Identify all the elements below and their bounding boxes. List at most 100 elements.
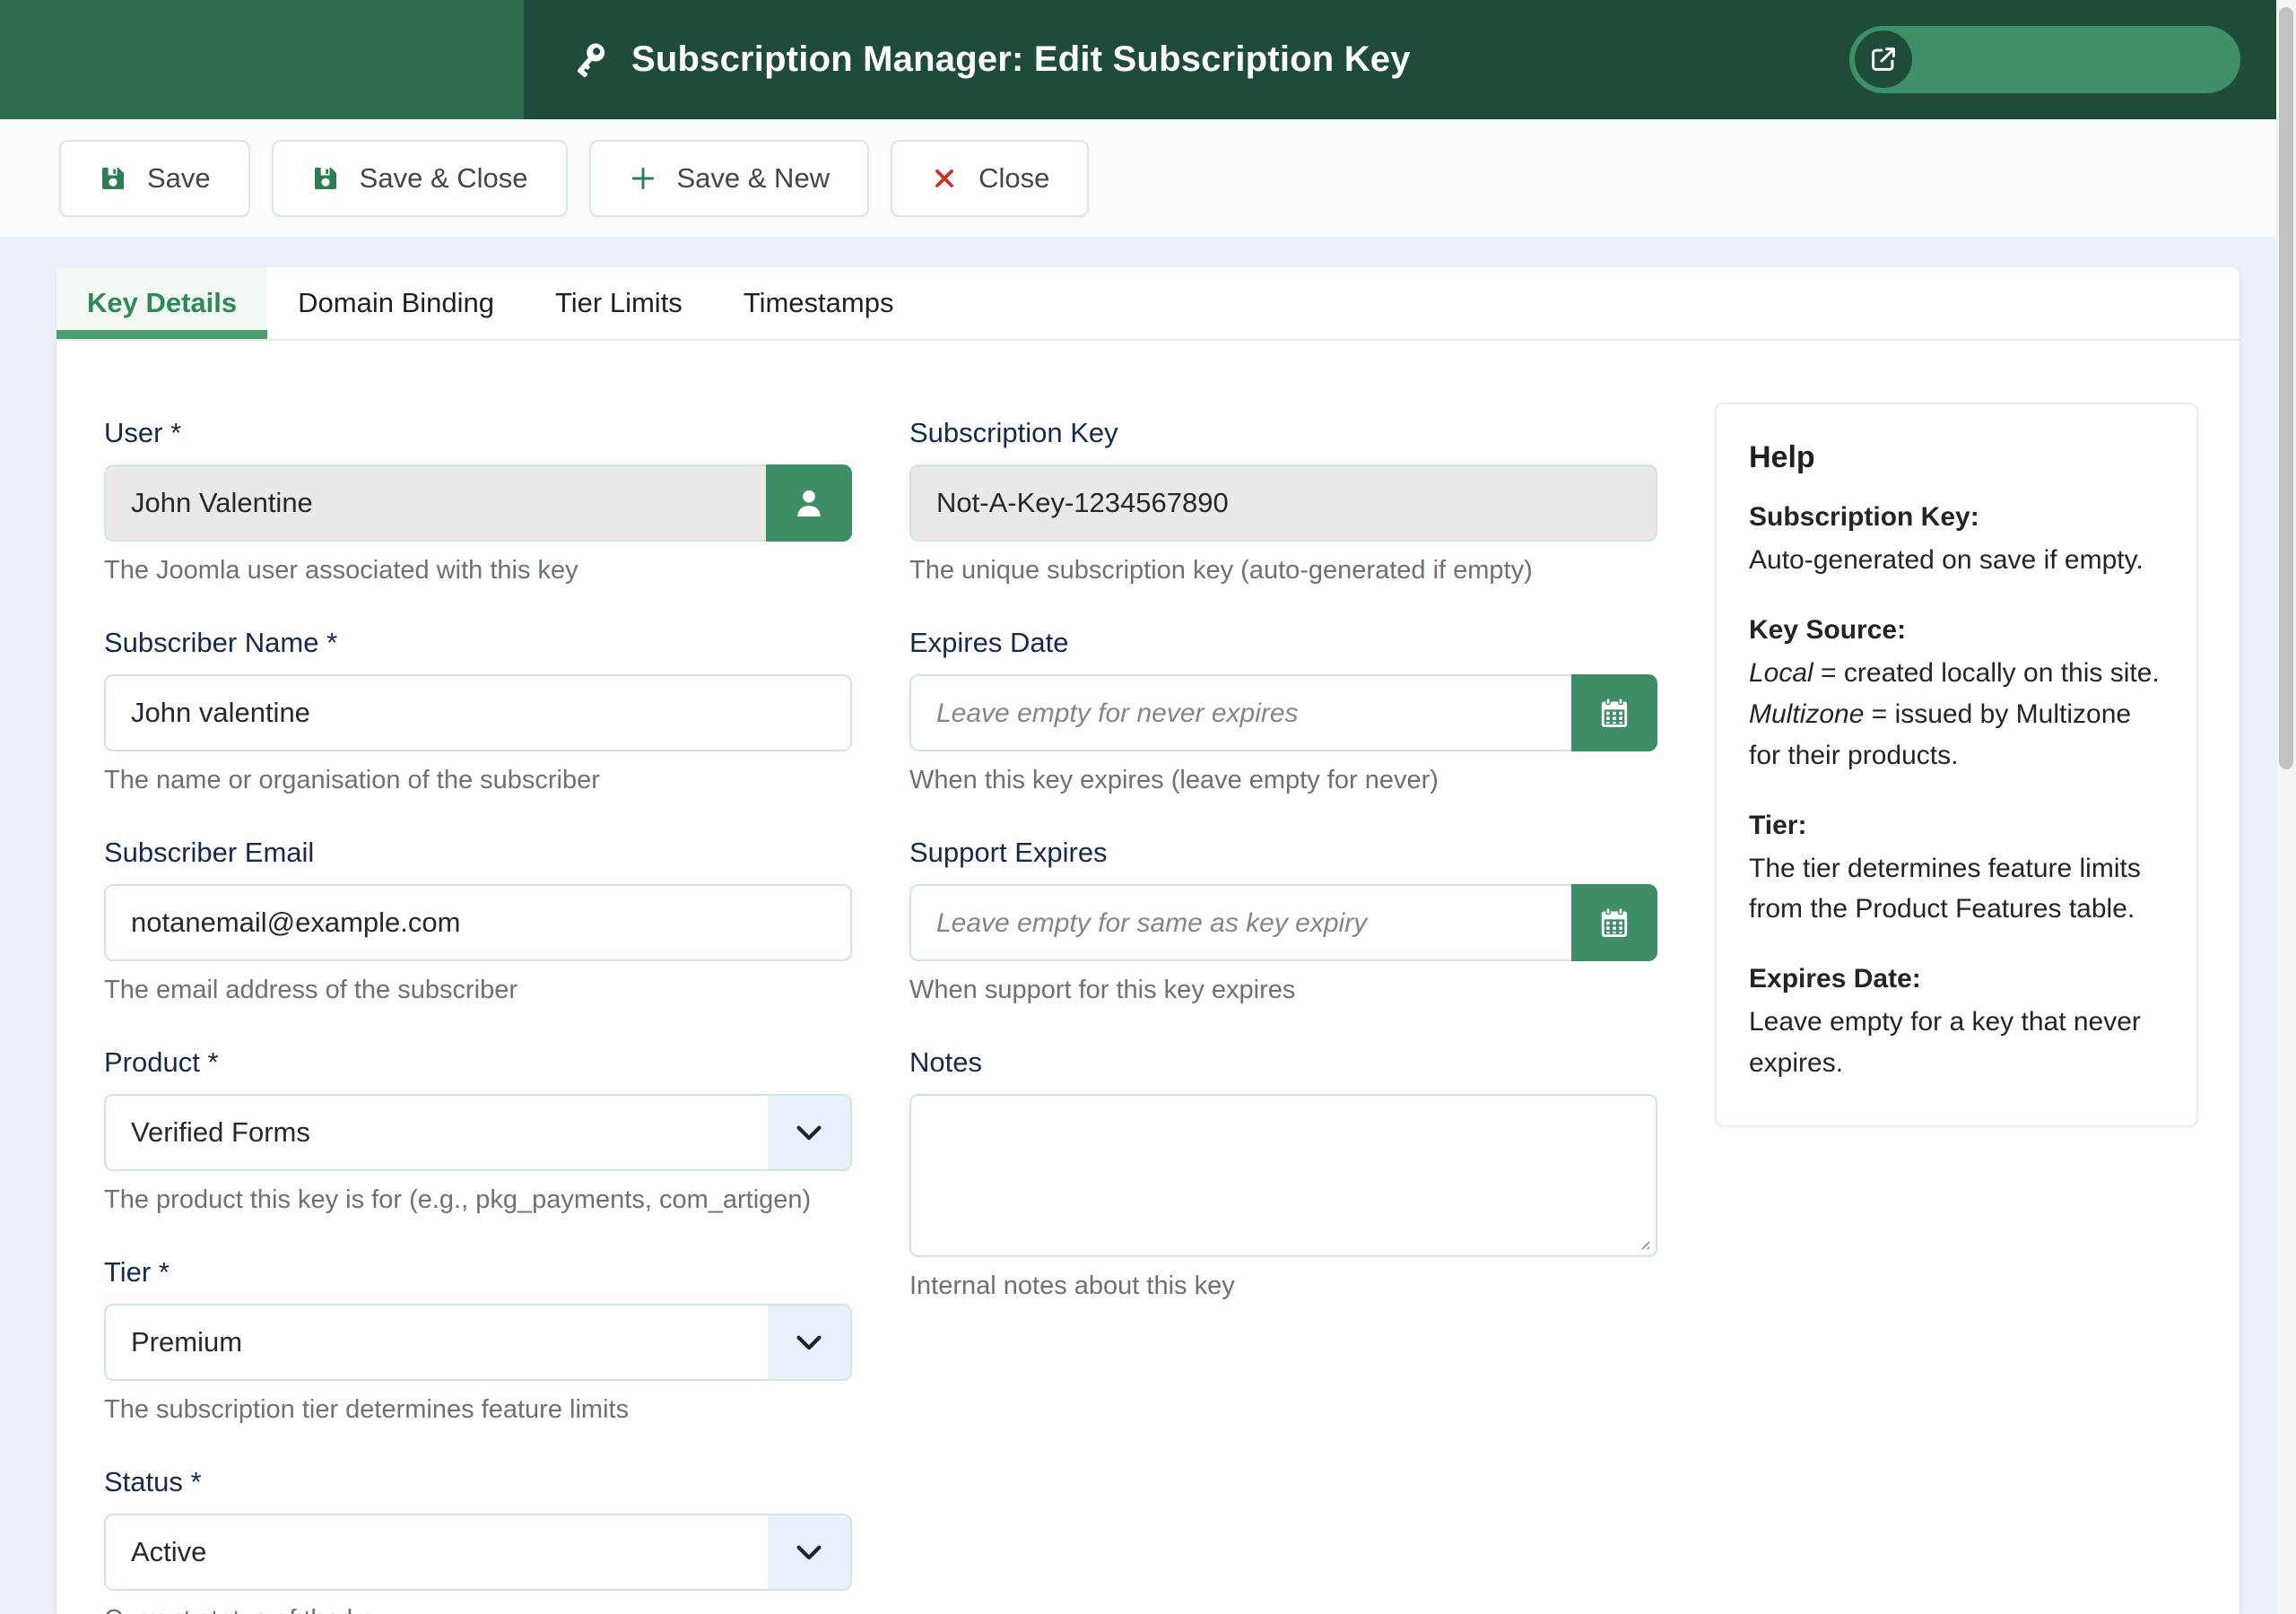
help-body: Multizone = issued by Multizone for thei… xyxy=(1749,694,2164,777)
field-support-expires: Support Expires xyxy=(909,837,1657,1005)
user-label: User * xyxy=(104,417,852,449)
tab-bar: Key Details Domain Binding Tier Limits T… xyxy=(57,267,2239,341)
expires-date-helper-text: When this key expires (leave empty for n… xyxy=(909,766,1657,795)
edit-form-card: Key Details Domain Binding Tier Limits T… xyxy=(57,267,2239,1614)
help-heading: Subscription Key: xyxy=(1749,502,2164,533)
save-new-button-label: Save & New xyxy=(677,162,831,195)
support-expires-helper-text: When support for this key expires xyxy=(909,976,1657,1005)
save-button-label: Save xyxy=(147,162,211,195)
person-icon xyxy=(791,485,827,521)
field-notes: Notes Internal notes about this key xyxy=(909,1046,1657,1301)
subscription-key-helper-text: The unique subscription key (auto-genera… xyxy=(909,556,1657,586)
help-body: Local = created locally on this site. xyxy=(1749,653,2164,694)
subscriber-name-input[interactable] xyxy=(104,674,852,751)
subscriber-name-helper-text: The name or organisation of the subscrib… xyxy=(104,766,852,795)
expires-date-label: Expires Date xyxy=(909,627,1657,659)
help-panel: Help Subscription Key: Auto-generated on… xyxy=(1715,403,2198,1127)
product-helper-text: The product this key is for (e.g., pkg_p… xyxy=(104,1185,852,1215)
scrollbar-thumb[interactable] xyxy=(2279,7,2293,769)
x-icon xyxy=(930,164,959,193)
tab-domain-binding[interactable]: Domain Binding xyxy=(267,267,525,339)
plus-icon xyxy=(629,164,657,193)
status-select[interactable]: Active xyxy=(104,1514,852,1591)
field-expires-date: Expires Date xyxy=(909,627,1657,795)
notes-helper-text: Internal notes about this key xyxy=(909,1271,1657,1301)
chevron-down-icon xyxy=(768,1306,850,1379)
tier-label: Tier * xyxy=(104,1256,852,1289)
select-user-button[interactable] xyxy=(766,464,852,542)
support-expires-label: Support Expires xyxy=(909,837,1657,869)
subscriber-email-helper-text: The email address of the subscriber xyxy=(104,976,852,1005)
app-header: Subscription Manager: Edit Subscription … xyxy=(0,0,2296,119)
status-select-value: Active xyxy=(131,1536,206,1568)
tier-helper-text: The subscription tier determines feature… xyxy=(104,1395,852,1425)
preview-site-button[interactable] xyxy=(1849,26,2240,93)
tab-timestamps[interactable]: Timestamps xyxy=(713,267,925,339)
key-icon xyxy=(569,39,610,81)
help-heading: Key Source: xyxy=(1749,615,2164,646)
calendar-icon xyxy=(1596,905,1632,941)
notes-textarea[interactable] xyxy=(909,1094,1657,1257)
page-title: Subscription Manager: Edit Subscription … xyxy=(631,39,1411,80)
expires-date-input[interactable] xyxy=(909,674,1571,751)
help-body: Leave empty for a key that never expires… xyxy=(1749,1002,2164,1084)
page-background: Key Details Domain Binding Tier Limits T… xyxy=(0,237,2296,1614)
tier-select[interactable]: Premium xyxy=(104,1304,852,1381)
field-user: User * The Joomla user associated with t… xyxy=(104,417,852,586)
floppy-icon xyxy=(99,164,127,193)
floppy-icon xyxy=(311,164,340,193)
chevron-down-icon xyxy=(768,1515,850,1589)
tab-key-details[interactable]: Key Details xyxy=(57,267,267,339)
form-column-middle: Subscription Key The unique subscription… xyxy=(909,417,1657,1614)
save-close-button[interactable]: Save & Close xyxy=(272,140,568,217)
subscriber-email-label: Subscriber Email xyxy=(104,837,852,869)
support-expires-input[interactable] xyxy=(909,884,1571,961)
status-helper-text: Current status of the key xyxy=(104,1605,852,1614)
subscriber-email-input[interactable] xyxy=(104,884,852,961)
subscriber-name-label: Subscriber Name * xyxy=(104,627,852,659)
product-select-value: Verified Forms xyxy=(131,1116,310,1149)
calendar-icon xyxy=(1596,695,1632,731)
product-select[interactable]: Verified Forms xyxy=(104,1094,852,1171)
product-label: Product * xyxy=(104,1046,852,1079)
field-subscription-key: Subscription Key The unique subscription… xyxy=(909,417,1657,586)
help-section-subscription-key: Subscription Key: Auto-generated on save… xyxy=(1749,502,2164,581)
field-subscriber-email: Subscriber Email The email address of th… xyxy=(104,837,852,1005)
close-button-label: Close xyxy=(978,162,1049,195)
save-new-button[interactable]: Save & New xyxy=(589,140,870,217)
subscription-key-input[interactable] xyxy=(909,464,1657,542)
save-button[interactable]: Save xyxy=(59,140,250,217)
help-heading: Tier: xyxy=(1749,811,2164,841)
help-section-tier: Tier: The tier determines feature limits… xyxy=(1749,811,2164,931)
form-column-left: User * The Joomla user associated with t… xyxy=(104,417,852,1614)
tab-tier-limits[interactable]: Tier Limits xyxy=(525,267,713,339)
scrollbar-track[interactable] xyxy=(2276,0,2296,1614)
help-section-key-source: Key Source: Local = created locally on t… xyxy=(1749,615,2164,777)
support-expires-calendar-button[interactable] xyxy=(1571,884,1657,961)
help-heading: Expires Date: xyxy=(1749,964,2164,994)
field-status: Status * Active Current status of the ke… xyxy=(104,1466,852,1614)
notes-label: Notes xyxy=(909,1046,1657,1079)
user-input[interactable] xyxy=(104,464,766,542)
close-button[interactable]: Close xyxy=(891,140,1089,217)
status-label: Status * xyxy=(104,1466,852,1498)
chevron-down-icon xyxy=(768,1096,850,1169)
save-close-button-label: Save & Close xyxy=(360,162,528,195)
field-product: Product * Verified Forms The product thi… xyxy=(104,1046,852,1215)
help-panel-title: Help xyxy=(1749,440,2164,475)
expires-date-calendar-button[interactable] xyxy=(1571,674,1657,751)
tier-select-value: Premium xyxy=(131,1326,242,1358)
help-body: Auto-generated on save if empty. xyxy=(1749,540,2164,581)
subscription-key-label: Subscription Key xyxy=(909,417,1657,449)
field-subscriber-name: Subscriber Name * The name or organisati… xyxy=(104,627,852,795)
external-link-icon xyxy=(1855,30,1912,88)
help-section-expires-date: Expires Date: Leave empty for a key that… xyxy=(1749,964,2164,1084)
help-body: The tier determines feature limits from … xyxy=(1749,848,2164,931)
field-tier: Tier * Premium The subscription tier det… xyxy=(104,1256,852,1425)
toolbar: Save Save & Close Save & New Close xyxy=(0,119,2296,237)
header-main: Subscription Manager: Edit Subscription … xyxy=(524,0,2296,119)
header-title-wrap: Subscription Manager: Edit Subscription … xyxy=(569,39,1411,81)
user-helper-text: The Joomla user associated with this key xyxy=(104,556,852,586)
header-left-segment xyxy=(0,0,524,119)
form-area: User * The Joomla user associated with t… xyxy=(57,341,2239,1614)
